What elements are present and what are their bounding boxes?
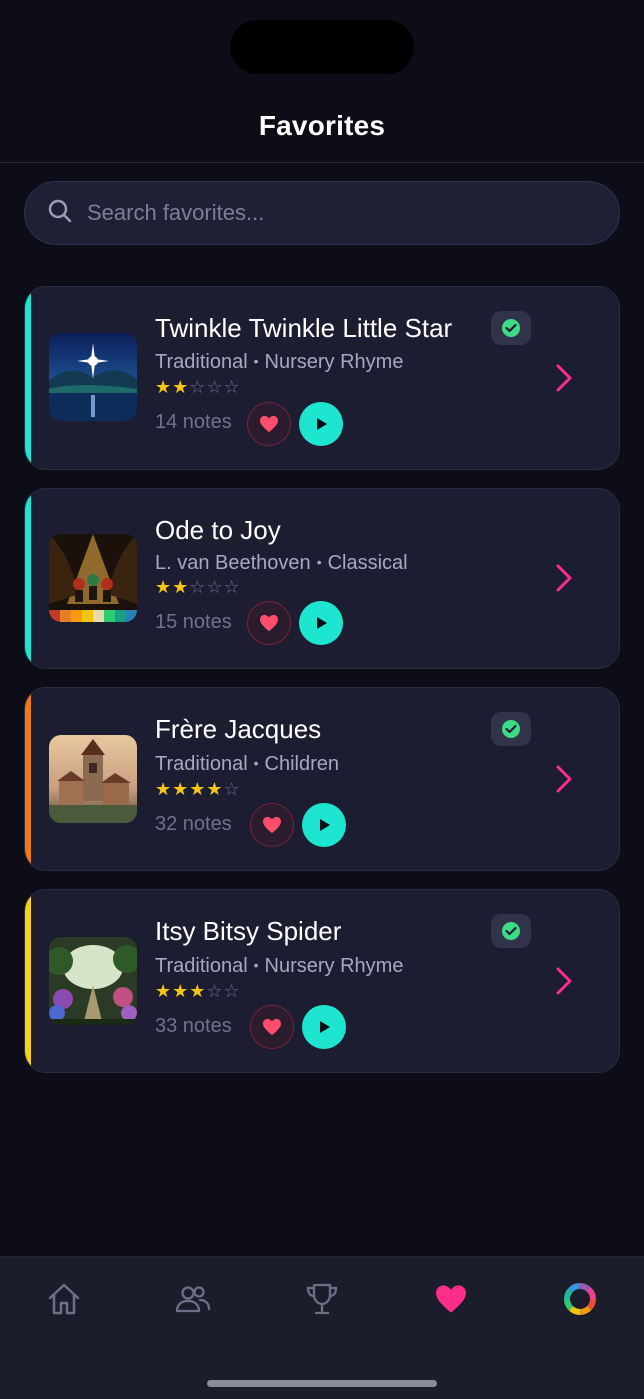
search-input[interactable] <box>87 200 587 226</box>
song-card-ode-to-joy[interactable]: Ode to Joy L. van Beethoven • Classical ★★… <box>24 488 620 669</box>
difficulty-stars: ★★★★☆ <box>155 779 241 799</box>
difficulty-stars: ★★☆☆☆ <box>155 577 241 597</box>
song-title: Itsy Bitsy Spider <box>155 916 342 946</box>
chevron-right-icon[interactable] <box>553 966 575 996</box>
heart-icon <box>260 614 278 632</box>
play-icon <box>317 418 327 430</box>
trophy-icon <box>306 1283 338 1315</box>
song-thumbnail <box>49 333 137 421</box>
play-icon <box>320 819 330 831</box>
song-meta: L. van Beethoven • Classical <box>155 552 408 574</box>
dynamic-island <box>230 20 414 74</box>
tab-profile[interactable] <box>558 1277 602 1321</box>
song-composer: L. van Beethoven <box>155 552 311 574</box>
play-button[interactable] <box>299 402 343 446</box>
song-thumbnail <box>49 735 137 823</box>
song-meta: Traditional • Nursery Rhyme <box>155 351 404 373</box>
song-composer: Traditional <box>155 753 248 775</box>
song-composer: Traditional <box>155 955 248 977</box>
play-icon <box>317 617 327 629</box>
heart-icon <box>263 1018 281 1036</box>
favorite-button[interactable] <box>247 402 291 446</box>
note-count: 15 notes <box>155 611 232 633</box>
play-icon <box>320 1021 330 1033</box>
note-count: 14 notes <box>155 411 232 433</box>
completed-badge <box>491 914 531 948</box>
people-icon <box>175 1286 211 1313</box>
card-accent-bar <box>25 287 31 469</box>
search-icon <box>47 198 73 229</box>
note-count: 33 notes <box>155 1015 232 1037</box>
song-composer: Traditional <box>155 351 248 373</box>
heart-icon <box>263 816 281 834</box>
check-icon <box>502 922 520 940</box>
play-button[interactable] <box>302 1005 346 1049</box>
song-title: Ode to Joy <box>155 515 281 545</box>
chevron-right-icon[interactable] <box>553 764 575 794</box>
tab-home[interactable] <box>42 1277 86 1321</box>
card-accent-bar <box>25 489 31 668</box>
difficulty-stars: ★★☆☆☆ <box>155 377 241 397</box>
page-title: Favorites <box>258 110 386 141</box>
check-icon <box>502 720 520 738</box>
card-accent-bar <box>25 890 31 1072</box>
song-title: Frère Jacques <box>155 714 322 744</box>
song-meta: Traditional • Nursery Rhyme <box>155 955 404 977</box>
check-icon <box>502 319 520 337</box>
tab-bar <box>0 1256 644 1399</box>
favorite-button[interactable] <box>250 803 294 847</box>
song-genre: Classical <box>327 552 408 574</box>
play-button[interactable] <box>302 803 346 847</box>
song-title: Twinkle Twinkle Little Star <box>155 313 453 343</box>
home-icon <box>48 1283 80 1315</box>
song-card-itsy-bitsy-spider[interactable]: Itsy Bitsy Spider Traditional • Nursery Rh… <box>24 889 620 1073</box>
tab-trophy[interactable] <box>300 1277 344 1321</box>
chevron-right-icon[interactable] <box>553 563 575 593</box>
song-genre: Children <box>264 753 340 775</box>
play-button[interactable] <box>299 601 343 645</box>
favorite-button[interactable] <box>250 1005 294 1049</box>
song-thumbnail <box>49 937 137 1025</box>
song-genre: Nursery Rhyme <box>264 955 404 977</box>
song-genre: Nursery Rhyme <box>264 351 404 373</box>
song-card-frere-jacques[interactable]: Frère Jacques Traditional • Children ★★★★☆… <box>24 687 620 871</box>
tab-favorites[interactable] <box>429 1277 473 1321</box>
page-header: Favorites <box>0 90 644 163</box>
tab-people[interactable] <box>171 1277 215 1321</box>
song-thumbnail <box>49 534 137 622</box>
completed-badge <box>491 712 531 746</box>
chevron-right-icon[interactable] <box>553 363 575 393</box>
completed-badge <box>491 311 531 345</box>
home-indicator[interactable] <box>207 1380 437 1387</box>
heart-icon <box>260 415 278 433</box>
color-wheel-icon <box>564 1283 596 1315</box>
search-bar[interactable] <box>24 181 620 245</box>
song-card-twinkle[interactable]: Twinkle Twinkle Little Star Traditional •… <box>24 286 620 470</box>
song-meta: Traditional • Children <box>155 753 340 775</box>
favorite-button[interactable] <box>247 601 291 645</box>
card-accent-bar <box>25 688 31 870</box>
note-count: 32 notes <box>155 813 232 835</box>
difficulty-stars: ★★★☆☆ <box>155 981 241 1001</box>
heart-icon <box>436 1285 466 1313</box>
